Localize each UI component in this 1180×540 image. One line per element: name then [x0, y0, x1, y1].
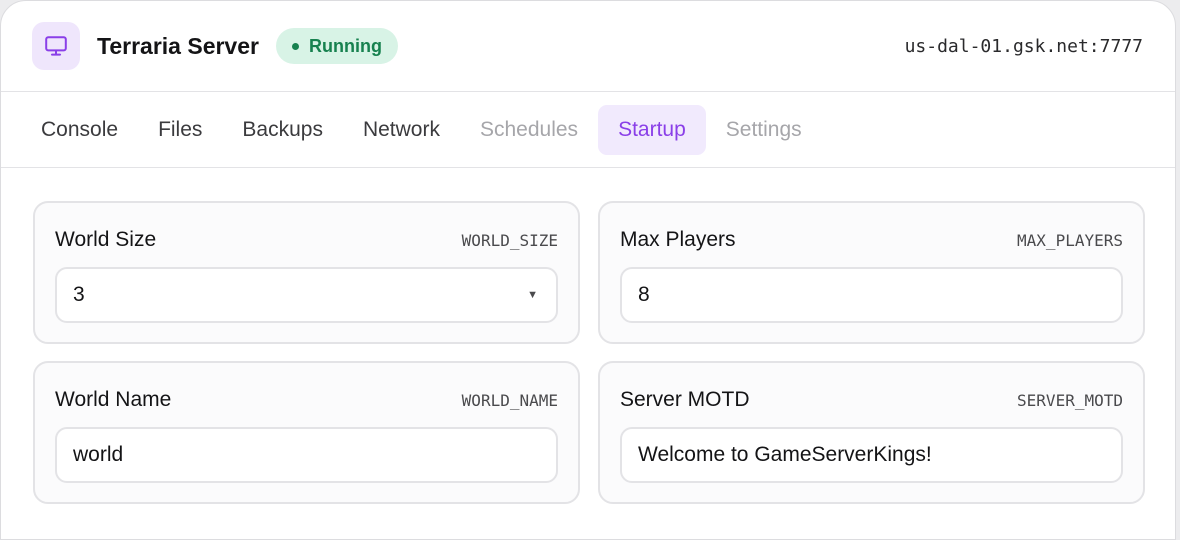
world-size-select[interactable]: 3 ▼ — [55, 267, 558, 323]
env-variable-name: MAX_PLAYERS — [1017, 230, 1123, 250]
field-label: World Name — [55, 388, 172, 411]
tab-schedules: Schedules — [479, 117, 579, 141]
server-motd-field-wrapper — [620, 427, 1123, 483]
variable-card-server-motd: Server MOTD SERVER_MOTD — [598, 361, 1145, 504]
chevron-down-icon: ▼ — [527, 289, 538, 301]
tab-network[interactable]: Network — [343, 105, 460, 155]
server-address: us-dal-01.gsk.net:7777 — [904, 35, 1143, 57]
max-players-field-wrapper — [620, 267, 1123, 323]
server-window: Terraria Server Running us-dal-01.gsk.ne… — [0, 0, 1176, 540]
server-header: Terraria Server Running us-dal-01.gsk.ne… — [1, 1, 1175, 92]
field-label: Max Players — [620, 228, 736, 251]
world-name-input[interactable] — [73, 443, 540, 467]
env-variable-name: WORLD_NAME — [461, 390, 558, 410]
world-name-field-wrapper — [55, 427, 558, 483]
field-label: World Size — [55, 228, 157, 251]
monitor-icon — [32, 22, 80, 70]
status-badge: Running — [275, 28, 398, 64]
tab-bar: Console Files Backups Network Schedules … — [1, 92, 1175, 168]
tab-settings: Settings — [725, 117, 802, 141]
max-players-input[interactable] — [638, 283, 1105, 307]
tab-startup[interactable]: Startup — [598, 104, 706, 155]
tab-backups[interactable]: Backups — [222, 105, 343, 155]
status-text: Running — [308, 35, 382, 56]
env-variable-name: SERVER_MOTD — [1017, 390, 1123, 410]
field-label: Server MOTD — [620, 388, 750, 411]
tab-console[interactable]: Console — [21, 105, 138, 155]
variable-card-world-size: World Size WORLD_SIZE 3 ▼ — [33, 201, 580, 344]
variable-card-world-name: World Name WORLD_NAME — [33, 361, 580, 504]
page-title: Terraria Server — [97, 32, 259, 59]
env-variable-name: WORLD_SIZE — [461, 230, 558, 250]
server-motd-input[interactable] — [638, 443, 1105, 467]
tab-files[interactable]: Files — [138, 105, 222, 155]
status-dot-icon — [291, 42, 299, 50]
world-size-value: 3 — [73, 283, 85, 306]
startup-variables: World Size WORLD_SIZE 3 ▼ Max Players MA… — [33, 201, 1145, 504]
variable-card-max-players: Max Players MAX_PLAYERS — [598, 201, 1145, 344]
